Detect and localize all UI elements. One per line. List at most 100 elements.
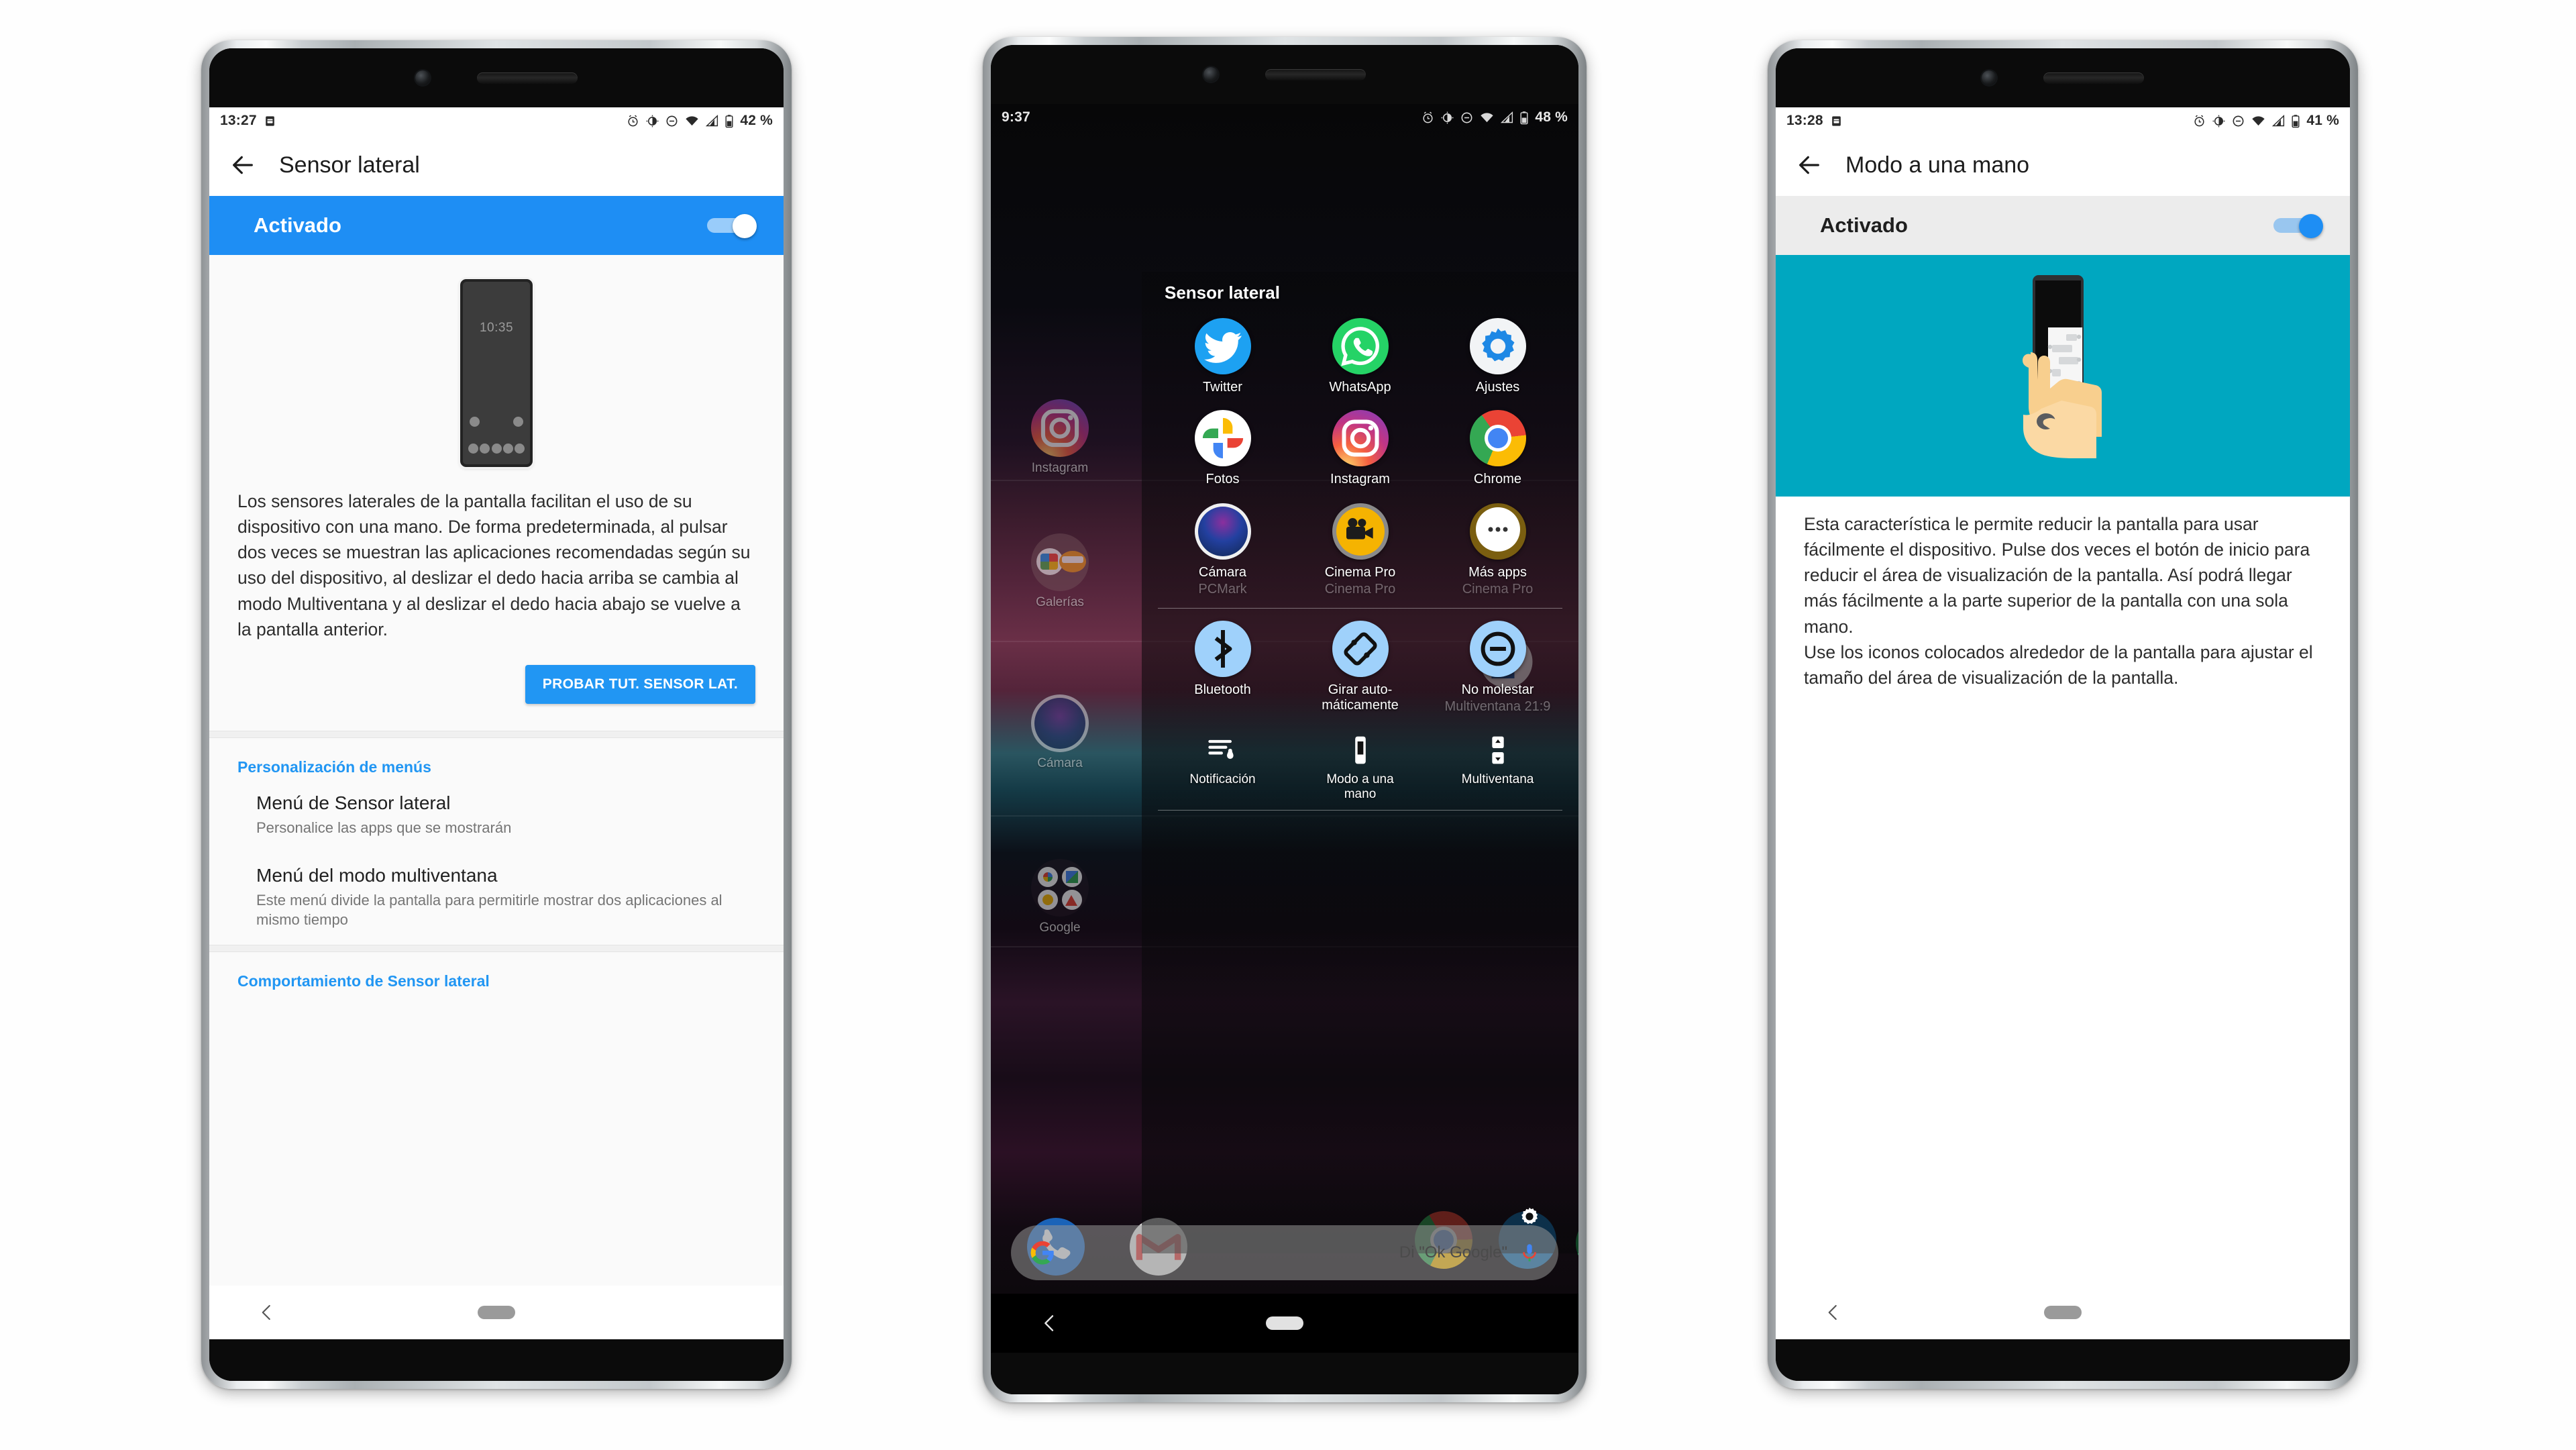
quick-setting-label: Bluetooth <box>1194 682 1251 697</box>
do-not-disturb-icon <box>1469 621 1526 677</box>
panel-app-fotos[interactable]: Fotos <box>1154 410 1291 487</box>
phone-1-screen-area: 13:27 42 % Sensor lateral Activado 10:35… <box>209 48 784 1381</box>
list-item-title: Menú de Sensor lateral <box>256 792 451 813</box>
action-label: Notificación <box>1189 772 1256 786</box>
panel-app-label: Cinema Pro <box>1324 565 1396 580</box>
action-notificacion[interactable]: Notificación <box>1154 732 1291 802</box>
multiwindow-icon <box>1429 732 1566 768</box>
battery-percent: 41 % <box>2306 113 2339 128</box>
sim-icon <box>264 115 276 127</box>
panel-app-label: Más apps <box>1468 565 1527 580</box>
signal-icon <box>1500 111 1514 125</box>
home-icon-label: Instagram <box>1031 461 1089 475</box>
panel-app-label: Twitter <box>1203 380 1242 395</box>
google-search-bar[interactable]: Di "Ok Google" <box>1011 1225 1558 1280</box>
nav-home-pill[interactable] <box>1108 1316 1461 1330</box>
instagram-icon <box>1031 399 1089 457</box>
action-modo-una-mano[interactable]: Modo a una mano <box>1291 732 1429 802</box>
nav-back-icon[interactable] <box>991 1312 1108 1334</box>
phone-1-bottom-bezel <box>209 1339 784 1381</box>
phone-2-bottom-bezel <box>991 1353 1578 1394</box>
status-time: 9:37 <box>1002 109 1030 125</box>
battery-icon <box>1519 111 1529 125</box>
master-toggle-row[interactable]: Activado <box>1776 196 2350 255</box>
brightness-icon <box>2212 114 2226 128</box>
panel-app-mas-apps[interactable]: Más apps Cinema Pro <box>1429 503 1566 597</box>
status-bar: 9:37 48 % <box>991 104 1578 131</box>
page-title: Sensor lateral <box>279 152 420 178</box>
panel-actions: Notificación Modo a una mano Multiventan… <box>1142 725 1578 802</box>
ghost-label-cinema-pro: Cinema Pro <box>1324 582 1396 597</box>
phone-device-3: 13:28 41 % Modo a una mano Activado Esta… <box>1768 40 2358 1389</box>
phone-3-top-bezel <box>1776 48 2350 107</box>
panel-app-chrome[interactable]: Chrome <box>1429 410 1566 487</box>
microphone-icon[interactable] <box>1518 1241 1541 1264</box>
panel-app-whatsapp[interactable]: WhatsApp <box>1291 318 1429 395</box>
list-item-multiwindow-menu[interactable]: Menú del modo multiventana Este menú div… <box>209 853 784 945</box>
description-paragraph: Los sensores laterales de la pantalla fa… <box>237 491 751 639</box>
master-toggle-row[interactable]: Activado <box>209 196 784 255</box>
panel-app-label: WhatsApp <box>1329 380 1391 395</box>
panel-app-instagram[interactable]: Instagram <box>1291 410 1429 487</box>
panel-app-label: Fotos <box>1205 472 1240 486</box>
gear-icon[interactable] <box>1515 1202 1544 1231</box>
status-time: 13:28 <box>1786 113 1823 128</box>
alarm-icon <box>2192 114 2206 128</box>
panel-app-grid: Twitter WhatsApp Ajustes Fotos Instagram… <box>1142 303 1578 597</box>
earpiece-speaker <box>1265 68 1366 81</box>
try-tutorial-button[interactable]: PROBAR TUT. SENSOR LAT. <box>525 664 755 704</box>
panel-app-label: Chrome <box>1473 472 1522 486</box>
panel-app-ajustes[interactable]: Ajustes <box>1429 318 1566 395</box>
app-bar: Modo a una mano <box>1776 134 2350 196</box>
front-camera-icon <box>1203 67 1218 82</box>
settings-body: 10:35 Los sensores laterales de la panta… <box>209 255 784 1339</box>
switch-knob <box>2299 214 2323 238</box>
panel-title: Sensor lateral <box>1165 282 1280 303</box>
quick-setting-bluetooth[interactable]: Bluetooth <box>1154 621 1291 715</box>
status-bar: 13:28 41 % <box>1776 107 2350 134</box>
phone-3-bottom-bezel <box>1776 1339 2350 1381</box>
one-hand-mode-illustration <box>1776 255 2350 497</box>
screenshot-canvas: 13:27 42 % Sensor lateral Activado 10:35… <box>0 0 2576 1450</box>
panel-app-cinema-pro[interactable]: Cinema Pro Cinema Pro <box>1291 503 1429 597</box>
gallery-folder-icon <box>1031 533 1089 591</box>
do-not-disturb-icon <box>665 114 679 128</box>
description-paragraph-line-2: Use los iconos colocados alrededor de la… <box>1804 641 2313 688</box>
panel-app-camara[interactable]: Cámara PCMark <box>1154 503 1291 597</box>
action-multiventana[interactable]: Multiventana <box>1429 732 1566 802</box>
back-arrow-icon[interactable] <box>1796 152 1823 178</box>
google-g-icon <box>1028 1239 1057 1267</box>
home-icon-galerias[interactable]: Galerías <box>1010 533 1110 610</box>
panel-app-label: Ajustes <box>1475 380 1520 395</box>
home-icon-label: Google <box>1039 921 1081 935</box>
section-divider <box>209 945 784 952</box>
home-icon-camara[interactable]: Cámara <box>1010 694 1110 771</box>
quick-setting-dnd[interactable]: No molestar Multiventana 21:9 <box>1429 621 1566 715</box>
battery-percent: 48 % <box>1535 109 1568 125</box>
search-placeholder: Di "Ok Google" <box>1399 1243 1507 1261</box>
chrome-icon <box>1469 410 1526 466</box>
camera-icon <box>1194 503 1251 560</box>
panel-app-twitter[interactable]: Twitter <box>1154 318 1291 395</box>
side-sense-illustration: 10:35 <box>209 255 784 486</box>
quick-setting-auto-rotate[interactable]: Girar auto- máticamente <box>1291 621 1429 715</box>
master-toggle-switch[interactable] <box>707 214 757 238</box>
navigation-bar <box>991 1294 1578 1353</box>
phone-1-display: 13:27 42 % Sensor lateral Activado 10:35… <box>209 107 784 1339</box>
nav-home-pill[interactable] <box>1890 1306 2235 1319</box>
navigation-bar <box>209 1286 784 1339</box>
master-toggle-switch[interactable] <box>2273 214 2323 238</box>
nav-back-icon[interactable] <box>1776 1302 1890 1323</box>
home-icon-google-folder[interactable]: Google <box>1010 859 1110 935</box>
nav-home-pill[interactable] <box>324 1306 669 1319</box>
panel-divider-2 <box>1158 809 1562 811</box>
nav-back-icon[interactable] <box>209 1302 324 1323</box>
status-time: 13:27 <box>220 113 257 128</box>
back-arrow-icon[interactable] <box>229 152 256 178</box>
home-icon-instagram[interactable]: Instagram <box>1010 399 1110 476</box>
earpiece-speaker <box>2043 72 2144 84</box>
one-hand-mode-icon <box>1291 732 1429 768</box>
master-toggle-label: Activado <box>1820 213 1908 237</box>
list-item-subtitle: Este menú divide la pantalla para permit… <box>256 891 722 929</box>
list-item-side-sense-menu[interactable]: Menú de Sensor lateral Personalice las a… <box>209 780 784 853</box>
